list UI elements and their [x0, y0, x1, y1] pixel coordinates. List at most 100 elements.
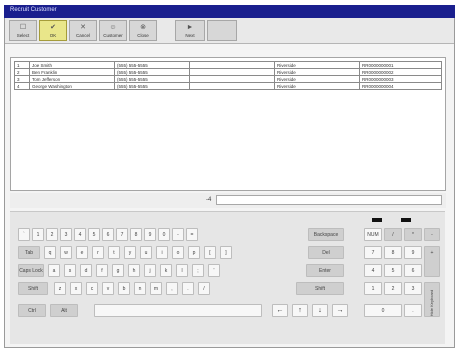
- shift-key-right[interactable]: Shift: [296, 282, 344, 295]
- ctrl-key[interactable]: Ctrl: [18, 304, 46, 317]
- cancel-icon: ✕: [80, 24, 86, 31]
- delete-key[interactable]: Del: [308, 246, 344, 259]
- numpad-zero-key[interactable]: 0: [364, 304, 402, 317]
- numpad-key[interactable]: 2: [384, 282, 402, 295]
- numpad-key[interactable]: 5: [384, 264, 402, 277]
- key[interactable]: w: [60, 246, 72, 259]
- arrow-down-key[interactable]: ↓: [312, 304, 328, 317]
- key[interactable]: o: [172, 246, 184, 259]
- customer-button[interactable]: ☺ Customer: [99, 20, 127, 41]
- key[interactable]: r: [92, 246, 104, 259]
- key[interactable]: u: [140, 246, 152, 259]
- position-marker: -4: [206, 197, 212, 203]
- key[interactable]: -: [172, 228, 184, 241]
- key[interactable]: y: [124, 246, 136, 259]
- key[interactable]: l: [176, 264, 188, 277]
- hide-keyboard-label: Hide Keyboard: [429, 289, 435, 317]
- key[interactable]: 6: [102, 228, 114, 241]
- key[interactable]: a: [48, 264, 60, 277]
- arrow-up-key[interactable]: ↑: [292, 304, 308, 317]
- toolbar-blank-button[interactable]: [207, 20, 237, 41]
- key[interactable]: 5: [88, 228, 100, 241]
- key[interactable]: ;: [192, 264, 204, 277]
- close-button[interactable]: ⊗ Close: [129, 20, 157, 41]
- key[interactable]: 0: [158, 228, 170, 241]
- key[interactable]: v: [102, 282, 114, 295]
- table-row[interactable]: 1 Joe Smith (555) 555-5555 Riverside RR0…: [14, 61, 442, 69]
- alt-key[interactable]: Alt: [50, 304, 78, 317]
- numpad-decimal-key[interactable]: .: [404, 304, 422, 317]
- arrow-left-key[interactable]: ←: [272, 304, 288, 317]
- key[interactable]: 7: [116, 228, 128, 241]
- key[interactable]: k: [160, 264, 172, 277]
- numpad-key[interactable]: /: [384, 228, 402, 241]
- table-row[interactable]: 2 Ben Franklin (555) 555-5555 Riverside …: [14, 68, 442, 76]
- numpad-key[interactable]: 3: [404, 282, 422, 295]
- key[interactable]: n: [134, 282, 146, 295]
- key[interactable]: c: [86, 282, 98, 295]
- key[interactable]: ]: [220, 246, 232, 259]
- numpad-key[interactable]: 8: [384, 246, 402, 259]
- numpad-enter-key[interactable]: Hide Keyboard: [424, 282, 440, 317]
- shift-key-left[interactable]: Shift: [18, 282, 48, 295]
- customer-table: 1 Joe Smith (555) 555-5555 Riverside RR0…: [14, 61, 442, 90]
- key[interactable]: .: [182, 282, 194, 295]
- key[interactable]: 1: [32, 228, 44, 241]
- key[interactable]: g: [112, 264, 124, 277]
- key[interactable]: /: [198, 282, 210, 295]
- ok-button[interactable]: ✔ OK: [39, 20, 67, 41]
- enter-key[interactable]: Enter: [306, 264, 344, 277]
- customer-list[interactable]: 1 Joe Smith (555) 555-5555 Riverside RR0…: [10, 57, 446, 191]
- next-icon: ►: [186, 24, 194, 31]
- caps-lock-key[interactable]: Caps Lock: [18, 264, 44, 277]
- table-row[interactable]: 4 George Washington (555) 555-5555 River…: [14, 82, 442, 90]
- key[interactable]: t: [108, 246, 120, 259]
- backspace-key[interactable]: Backspace: [308, 228, 344, 241]
- key[interactable]: q: [44, 246, 56, 259]
- key[interactable]: j: [144, 264, 156, 277]
- numpad-key[interactable]: *: [404, 228, 422, 241]
- key[interactable]: 8: [130, 228, 142, 241]
- numpad-key[interactable]: 1: [364, 282, 382, 295]
- key[interactable]: f: [96, 264, 108, 277]
- key[interactable]: x: [70, 282, 82, 295]
- title-bar: Recruit Customer: [4, 5, 455, 18]
- key[interactable]: 4: [74, 228, 86, 241]
- key[interactable]: 2: [46, 228, 58, 241]
- key[interactable]: d: [80, 264, 92, 277]
- table-row[interactable]: 3 Tom Jefferson (555) 555-5555 Riverside…: [14, 75, 442, 83]
- numpad-num-key[interactable]: NUM: [364, 228, 382, 241]
- numpad-key[interactable]: 9: [404, 246, 422, 259]
- key[interactable]: b: [118, 282, 130, 295]
- select-button[interactable]: ☐ Select: [9, 20, 37, 41]
- checkbox-icon: ☐: [19, 24, 27, 31]
- key[interactable]: p: [188, 246, 200, 259]
- text-input[interactable]: [216, 195, 442, 205]
- input-bar: -4: [10, 193, 446, 208]
- key[interactable]: i: [156, 246, 168, 259]
- space-key[interactable]: [94, 304, 262, 317]
- key[interactable]: ,: [166, 282, 178, 295]
- key[interactable]: 3: [60, 228, 72, 241]
- key[interactable]: s: [64, 264, 76, 277]
- key[interactable]: z: [54, 282, 66, 295]
- numpad-key[interactable]: 6: [404, 264, 422, 277]
- numpad-plus-key[interactable]: +: [424, 246, 440, 277]
- tab-key[interactable]: Tab: [18, 246, 40, 259]
- next-button[interactable]: ► Next: [175, 20, 205, 41]
- key[interactable]: 9: [144, 228, 156, 241]
- numpad-key[interactable]: -: [424, 228, 440, 241]
- toolbar: ☐ Select ✔ OK ✕ Cancel ☺ Customer ⊗ Clos…: [5, 18, 454, 44]
- key[interactable]: ': [208, 264, 220, 277]
- numpad-key[interactable]: 7: [364, 246, 382, 259]
- arrow-right-key[interactable]: →: [332, 304, 348, 317]
- key[interactable]: h: [128, 264, 140, 277]
- key[interactable]: m: [150, 282, 162, 295]
- numpad-key[interactable]: 4: [364, 264, 382, 277]
- caps-lock-indicator: [401, 218, 411, 222]
- key[interactable]: [: [204, 246, 216, 259]
- key[interactable]: e: [76, 246, 88, 259]
- key[interactable]: =: [186, 228, 198, 241]
- key[interactable]: `: [18, 228, 30, 241]
- cancel-button[interactable]: ✕ Cancel: [69, 20, 97, 41]
